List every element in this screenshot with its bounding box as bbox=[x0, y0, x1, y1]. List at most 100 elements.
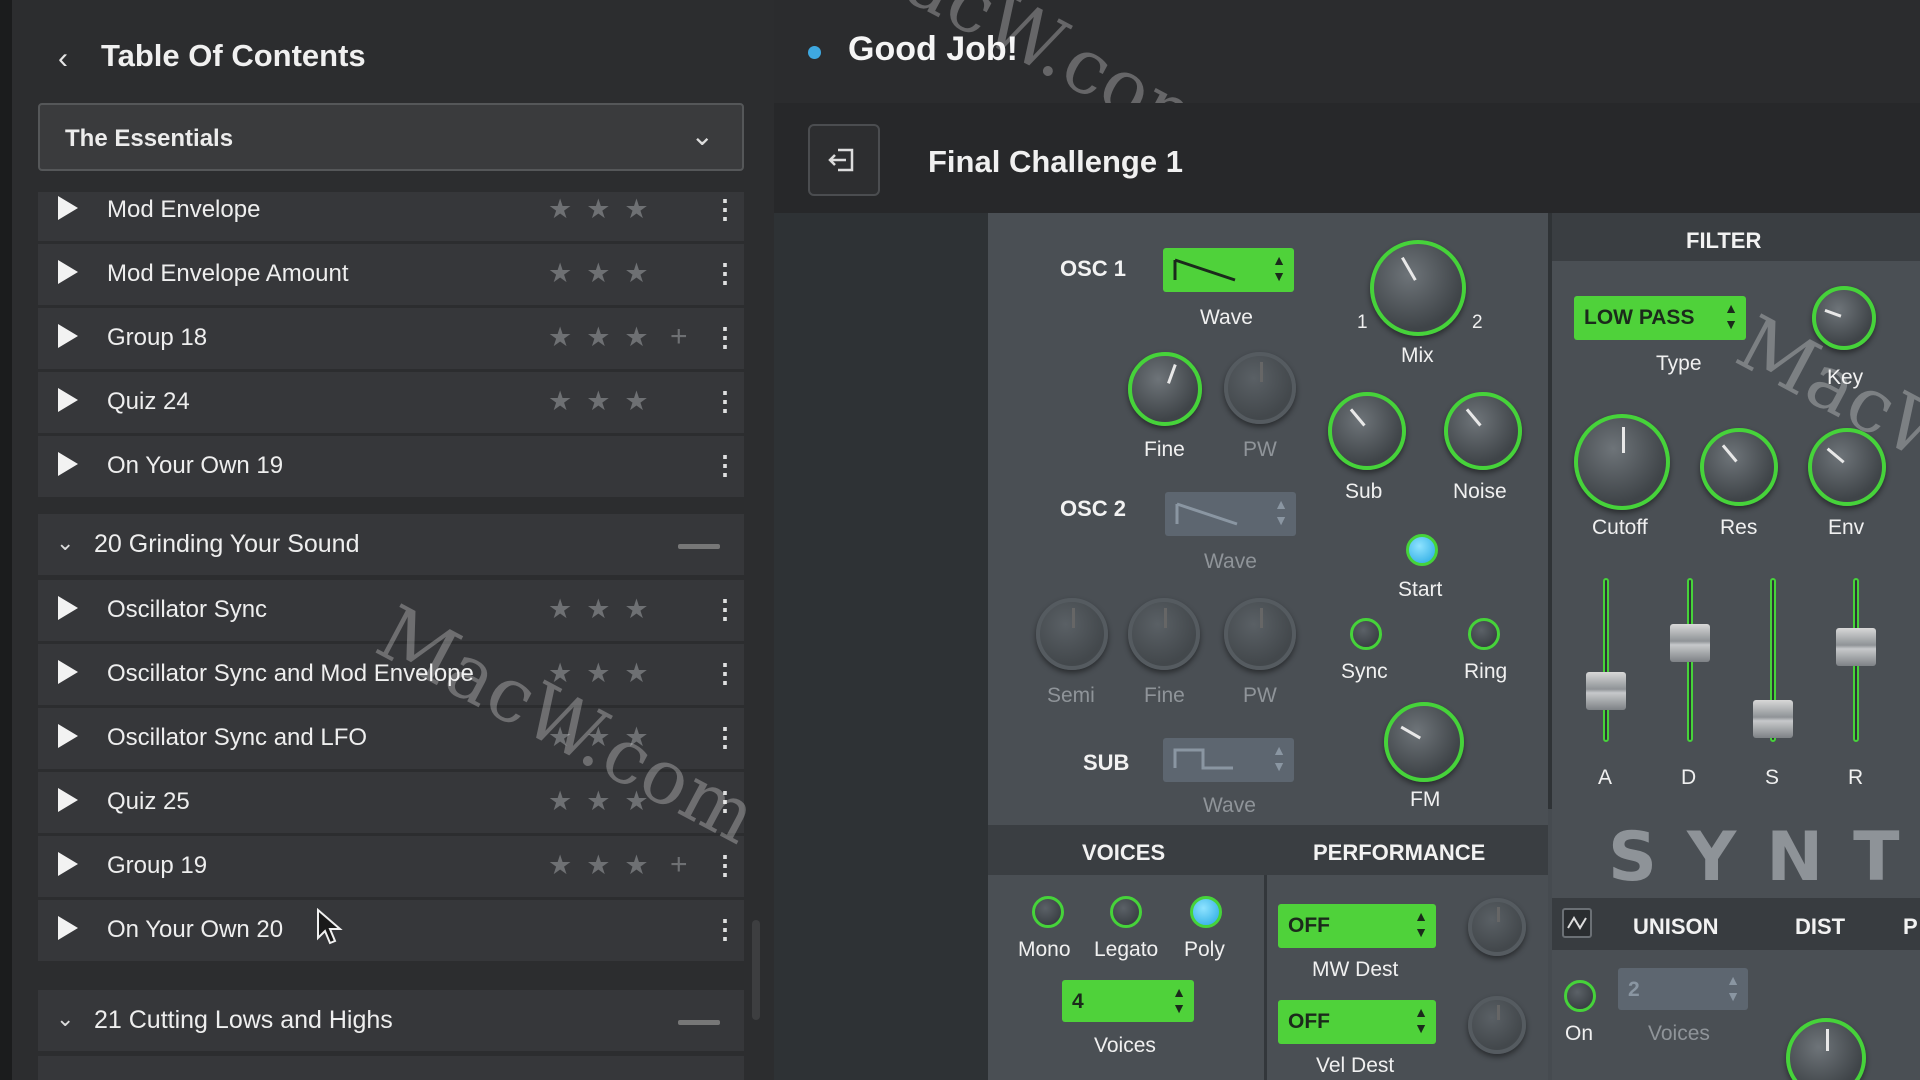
mw-dest-select[interactable]: OFF ▲ ▼ bbox=[1278, 904, 1436, 948]
play-icon[interactable] bbox=[58, 596, 78, 620]
mw-amount-knob[interactable] bbox=[1468, 898, 1526, 956]
more-icon[interactable]: ⋮ bbox=[712, 850, 738, 881]
list-item[interactable]: On Your Own 20 ⋮ bbox=[38, 900, 744, 961]
list-item[interactable]: Oscillator Sync ★★★ ⋮ bbox=[38, 580, 744, 641]
play-icon[interactable] bbox=[58, 452, 78, 476]
more-icon[interactable]: ⋮ bbox=[712, 786, 738, 817]
voices-count-select[interactable]: 4 ▲ ▼ bbox=[1062, 980, 1194, 1022]
list-item[interactable]: Mod Envelope Amount ★★★ ⋮ bbox=[38, 244, 744, 305]
osc2-wave-select[interactable]: ▲ ▼ bbox=[1165, 492, 1296, 536]
vel-dest-select[interactable]: OFF ▲ ▼ bbox=[1278, 1000, 1436, 1044]
noise-knob[interactable] bbox=[1444, 392, 1522, 470]
vel-amount-knob[interactable] bbox=[1468, 996, 1526, 1054]
play-icon[interactable] bbox=[58, 788, 78, 812]
play-icon[interactable] bbox=[58, 660, 78, 684]
exit-button[interactable] bbox=[808, 124, 880, 196]
lesson-label: Oscillator Sync and LFO bbox=[107, 724, 368, 751]
osc1-wave-label: Wave bbox=[1200, 306, 1253, 329]
play-icon[interactable] bbox=[58, 260, 78, 284]
course-dropdown[interactable]: The Essentials ⌄ bbox=[38, 103, 744, 171]
osc1-pw-knob[interactable] bbox=[1224, 352, 1296, 424]
poly-led[interactable] bbox=[1190, 896, 1222, 928]
panel-edge bbox=[0, 0, 12, 1080]
attack-slider-handle[interactable] bbox=[1586, 672, 1626, 710]
voices-count-value: 4 bbox=[1072, 990, 1084, 1013]
more-icon[interactable]: ⋮ bbox=[712, 658, 738, 689]
lfo-wave-icon[interactable] bbox=[1562, 908, 1592, 938]
more-icon[interactable]: ⋮ bbox=[712, 386, 738, 417]
osc2-title: OSC 2 bbox=[1060, 496, 1127, 521]
cutoff-knob[interactable] bbox=[1574, 414, 1670, 510]
sub-knob[interactable] bbox=[1328, 392, 1406, 470]
play-icon[interactable] bbox=[58, 724, 78, 748]
list-item[interactable]: Mod Envelope ★★★ ⋮ bbox=[38, 192, 744, 241]
sustain-slider-handle[interactable] bbox=[1753, 700, 1793, 738]
more-icon[interactable]: ⋮ bbox=[712, 194, 738, 225]
attack-slider-track[interactable] bbox=[1603, 578, 1609, 742]
osc2-semi-knob[interactable] bbox=[1036, 598, 1108, 670]
list-item[interactable]: Oscillator Sync and LFO ★★★ ⋮ bbox=[38, 708, 744, 769]
filter-type-select[interactable]: LOW PASS ▲ ▼ bbox=[1574, 296, 1746, 340]
env-knob[interactable] bbox=[1808, 428, 1886, 506]
list-item[interactable] bbox=[38, 1056, 744, 1080]
list-item[interactable]: Oscillator Sync and Mod Envelope ★★★ ⋮ bbox=[38, 644, 744, 705]
play-icon[interactable] bbox=[58, 916, 78, 940]
osc2-fine-knob[interactable] bbox=[1128, 598, 1200, 670]
challenge-title: Final Challenge 1 bbox=[928, 144, 1183, 179]
fm-knob[interactable] bbox=[1384, 702, 1464, 782]
more-icon[interactable]: ⋮ bbox=[712, 914, 738, 945]
list-item[interactable]: Quiz 24 ★★★ ⋮ bbox=[38, 372, 744, 433]
lesson-label: On Your Own 19 bbox=[107, 452, 284, 479]
square-wave-icon bbox=[1173, 748, 1233, 770]
vel-dest-value: OFF bbox=[1288, 1010, 1330, 1033]
attack-label: A bbox=[1598, 766, 1613, 789]
ring-led[interactable] bbox=[1468, 618, 1500, 650]
key-label: Key bbox=[1827, 366, 1864, 389]
mono-led[interactable] bbox=[1032, 896, 1064, 928]
unison-voices-select[interactable]: 2 ▲ ▼ bbox=[1618, 968, 1748, 1010]
scrollbar[interactable] bbox=[752, 920, 760, 1020]
mix-label: Mix bbox=[1401, 344, 1434, 367]
list-item[interactable]: Group 18 ★★★ + ⋮ bbox=[38, 308, 744, 369]
lesson-label: Quiz 25 bbox=[107, 788, 190, 815]
list-item[interactable]: Quiz 25 ★★★ ⋮ bbox=[38, 772, 744, 833]
filter-type-value: LOW PASS bbox=[1584, 306, 1695, 329]
osc2-pw-knob[interactable] bbox=[1224, 598, 1296, 670]
list-item[interactable]: On Your Own 19 ⋮ bbox=[38, 436, 744, 497]
sub-wave-select[interactable]: ▲ ▼ bbox=[1163, 738, 1294, 782]
chevron-left-icon[interactable]: ‹ bbox=[52, 42, 74, 75]
decay-slider-handle[interactable] bbox=[1670, 624, 1710, 662]
section-title: 21 Cutting Lows and Highs bbox=[94, 1006, 393, 1034]
osc1-fine-knob[interactable] bbox=[1128, 352, 1202, 426]
more-icon[interactable]: ⋮ bbox=[712, 258, 738, 289]
play-icon[interactable] bbox=[58, 324, 78, 348]
play-icon[interactable] bbox=[58, 852, 78, 876]
more-icon[interactable]: ⋮ bbox=[712, 450, 738, 481]
unison-on-led[interactable] bbox=[1564, 980, 1596, 1012]
play-icon[interactable] bbox=[58, 196, 78, 220]
res-knob[interactable] bbox=[1700, 428, 1778, 506]
sync-led[interactable] bbox=[1350, 618, 1382, 650]
lesson-label: Quiz 24 bbox=[107, 388, 190, 415]
key-knob[interactable] bbox=[1812, 286, 1876, 350]
more-icon[interactable]: ⋮ bbox=[712, 722, 738, 753]
star-rating: ★★★ bbox=[548, 722, 663, 752]
start-led[interactable] bbox=[1406, 534, 1438, 566]
star-rating: ★★★ bbox=[548, 786, 663, 816]
more-icon[interactable]: ⋮ bbox=[712, 594, 738, 625]
lesson-list[interactable]: Mod Envelope ★★★ ⋮ Mod Envelope Amount ★… bbox=[38, 192, 744, 1080]
list-item[interactable]: Group 19 ★★★ + ⋮ bbox=[38, 836, 744, 897]
osc1-wave-select[interactable]: ▲ ▼ bbox=[1163, 248, 1294, 292]
section-header-20[interactable]: ⌄ 20 Grinding Your Sound bbox=[38, 514, 744, 575]
more-icon[interactable]: ⋮ bbox=[712, 322, 738, 353]
legato-led[interactable] bbox=[1110, 896, 1142, 928]
stepper-arrows-icon: ▲ ▼ bbox=[1414, 1004, 1428, 1036]
play-icon[interactable] bbox=[58, 388, 78, 412]
section-header-21[interactable]: ⌄ 21 Cutting Lows and Highs bbox=[38, 990, 744, 1051]
sustain-label: S bbox=[1765, 766, 1780, 789]
lesson-label: Mod Envelope Amount bbox=[107, 260, 349, 287]
unison-header bbox=[1552, 898, 1920, 950]
lesson-label: Group 19 bbox=[107, 852, 208, 879]
release-slider-handle[interactable] bbox=[1836, 628, 1876, 666]
mix-knob[interactable] bbox=[1370, 240, 1466, 336]
